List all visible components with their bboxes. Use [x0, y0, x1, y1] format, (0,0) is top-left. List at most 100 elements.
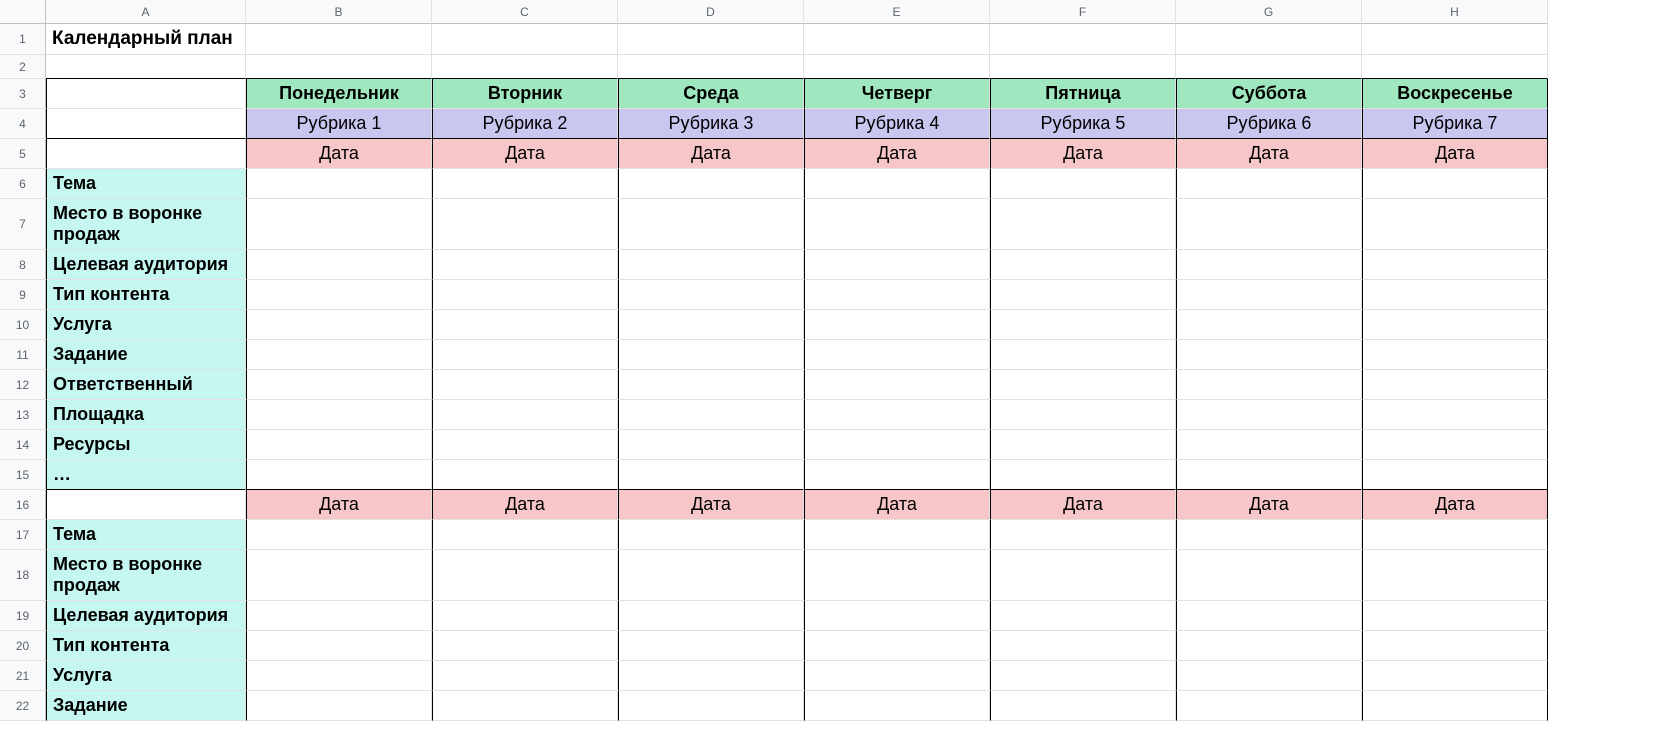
cell-G12[interactable]	[1176, 370, 1362, 400]
cell-F18[interactable]	[990, 550, 1176, 601]
cell-C3-day[interactable]: Вторник	[432, 79, 618, 109]
cell-A10-field[interactable]: Услуга	[46, 310, 246, 340]
cell-C18[interactable]	[432, 550, 618, 601]
cell-C17[interactable]	[432, 520, 618, 550]
cell-B14[interactable]	[246, 430, 432, 460]
cell-G9[interactable]	[1176, 280, 1362, 310]
cell-F22[interactable]	[990, 691, 1176, 721]
cell-E22[interactable]	[804, 691, 990, 721]
col-head-A[interactable]: A	[46, 0, 246, 24]
cell-G5-date[interactable]: Дата	[1176, 139, 1362, 169]
cell-E21[interactable]	[804, 661, 990, 691]
row-head-10[interactable]: 10	[0, 310, 46, 340]
cell-E3-day[interactable]: Четверг	[804, 79, 990, 109]
cell-H1[interactable]	[1362, 24, 1548, 55]
cell-C10[interactable]	[432, 310, 618, 340]
row-head-17[interactable]: 17	[0, 520, 46, 550]
cell-H4-rubric[interactable]: Рубрика 7	[1362, 109, 1548, 139]
cell-C12[interactable]	[432, 370, 618, 400]
row-head-14[interactable]: 14	[0, 430, 46, 460]
cell-F20[interactable]	[990, 631, 1176, 661]
cell-D16-date[interactable]: Дата	[618, 490, 804, 520]
cell-G8[interactable]	[1176, 250, 1362, 280]
cell-G21[interactable]	[1176, 661, 1362, 691]
cell-F7[interactable]	[990, 199, 1176, 250]
cell-B18[interactable]	[246, 550, 432, 601]
cell-G20[interactable]	[1176, 631, 1362, 661]
cell-G22[interactable]	[1176, 691, 1362, 721]
col-head-D[interactable]: D	[618, 0, 804, 24]
cell-F21[interactable]	[990, 661, 1176, 691]
cell-G1[interactable]	[1176, 24, 1362, 55]
cell-F11[interactable]	[990, 340, 1176, 370]
cell-H21[interactable]	[1362, 661, 1548, 691]
row-head-18[interactable]: 18	[0, 550, 46, 601]
cell-F1[interactable]	[990, 24, 1176, 55]
cell-G14[interactable]	[1176, 430, 1362, 460]
cell-D20[interactable]	[618, 631, 804, 661]
cell-A13-field[interactable]: Площадка	[46, 400, 246, 430]
cell-E12[interactable]	[804, 370, 990, 400]
cell-D7[interactable]	[618, 199, 804, 250]
cell-D1[interactable]	[618, 24, 804, 55]
cell-G6[interactable]	[1176, 169, 1362, 199]
cell-D5-date[interactable]: Дата	[618, 139, 804, 169]
cell-C21[interactable]	[432, 661, 618, 691]
cell-H7[interactable]	[1362, 199, 1548, 250]
cell-G15[interactable]	[1176, 460, 1362, 490]
cell-D10[interactable]	[618, 310, 804, 340]
cell-B8[interactable]	[246, 250, 432, 280]
cell-E1[interactable]	[804, 24, 990, 55]
cell-B21[interactable]	[246, 661, 432, 691]
cell-E10[interactable]	[804, 310, 990, 340]
cell-H3-day[interactable]: Воскресенье	[1362, 79, 1548, 109]
cell-E9[interactable]	[804, 280, 990, 310]
cell-B4-rubric[interactable]: Рубрика 1	[246, 109, 432, 139]
cell-A3[interactable]	[46, 79, 246, 109]
cell-D21[interactable]	[618, 661, 804, 691]
cell-D12[interactable]	[618, 370, 804, 400]
cell-B1[interactable]	[246, 24, 432, 55]
row-head-11[interactable]: 11	[0, 340, 46, 370]
cell-C5-date[interactable]: Дата	[432, 139, 618, 169]
cell-D14[interactable]	[618, 430, 804, 460]
cell-E6[interactable]	[804, 169, 990, 199]
row-head-6[interactable]: 6	[0, 169, 46, 199]
cell-A6-field[interactable]: Тема	[46, 169, 246, 199]
cell-A18-field[interactable]: Место в воронке продаж	[46, 550, 246, 601]
cell-A7-field[interactable]: Место в воронке продаж	[46, 199, 246, 250]
cell-A20-field[interactable]: Тип контента	[46, 631, 246, 661]
cell-B6[interactable]	[246, 169, 432, 199]
cell-B9[interactable]	[246, 280, 432, 310]
cell-H12[interactable]	[1362, 370, 1548, 400]
cell-G16-date[interactable]: Дата	[1176, 490, 1362, 520]
row-head-12[interactable]: 12	[0, 370, 46, 400]
cell-D18[interactable]	[618, 550, 804, 601]
cell-D13[interactable]	[618, 400, 804, 430]
cell-C6[interactable]	[432, 169, 618, 199]
cell-F5-date[interactable]: Дата	[990, 139, 1176, 169]
cell-E7[interactable]	[804, 199, 990, 250]
cell-F8[interactable]	[990, 250, 1176, 280]
cell-E5-date[interactable]: Дата	[804, 139, 990, 169]
col-head-E[interactable]: E	[804, 0, 990, 24]
row-head-16[interactable]: 16	[0, 490, 46, 520]
row-head-5[interactable]: 5	[0, 139, 46, 169]
cell-C7[interactable]	[432, 199, 618, 250]
cell-G17[interactable]	[1176, 520, 1362, 550]
cell-H8[interactable]	[1362, 250, 1548, 280]
cell-F10[interactable]	[990, 310, 1176, 340]
cell-D6[interactable]	[618, 169, 804, 199]
cell-E17[interactable]	[804, 520, 990, 550]
cell-B12[interactable]	[246, 370, 432, 400]
cell-C19[interactable]	[432, 601, 618, 631]
cell-B17[interactable]	[246, 520, 432, 550]
cell-D8[interactable]	[618, 250, 804, 280]
cell-H6[interactable]	[1362, 169, 1548, 199]
cell-A4[interactable]	[46, 109, 246, 139]
row-head-3[interactable]: 3	[0, 79, 46, 109]
cell-D17[interactable]	[618, 520, 804, 550]
cell-C13[interactable]	[432, 400, 618, 430]
row-head-21[interactable]: 21	[0, 661, 46, 691]
select-all-corner[interactable]	[0, 0, 46, 24]
